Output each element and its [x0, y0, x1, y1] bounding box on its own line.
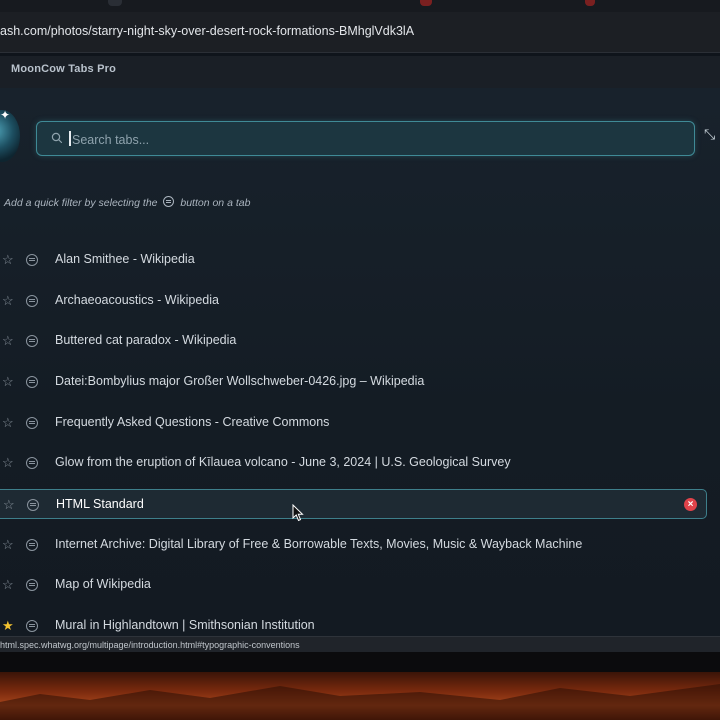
- tab-title: Map of Wikipedia: [55, 577, 151, 591]
- filter-icon[interactable]: [26, 254, 38, 266]
- tab-title: Mural in Highlandtown | Smithsonian Inst…: [55, 618, 315, 632]
- tab-row[interactable]: ☆ Archaeoacoustics - Wikipedia: [0, 286, 707, 316]
- filter-icon: [163, 196, 175, 207]
- rock-silhouette: [0, 684, 720, 720]
- extension-title: MoonCow Tabs Pro: [11, 63, 117, 75]
- star-icon[interactable]: ☆: [2, 455, 14, 471]
- browser-tab-fragment[interactable]: [585, 0, 595, 6]
- quick-filter-hint: Add a quick filter by selecting the butt…: [4, 196, 250, 209]
- filter-icon[interactable]: [26, 457, 38, 469]
- tab-title: Datei:Bombylius major Großer Wollschwebe…: [55, 374, 425, 388]
- star-icon[interactable]: ☆: [2, 374, 14, 390]
- tab-row[interactable]: ☆ Frequently Asked Questions - Creative C…: [0, 408, 707, 438]
- star-icon[interactable]: ☆: [2, 577, 14, 593]
- sparkle-icon: ✦: [0, 108, 11, 122]
- tab-row[interactable]: ★ Mural in Highlandtown | Smithsonian Ins…: [0, 611, 707, 636]
- extension-header: MoonCow Tabs Pro: [0, 56, 720, 88]
- browser-tab-strip: [0, 0, 720, 12]
- tab-title: Buttered cat paradox - Wikipedia: [55, 333, 237, 347]
- collapse-icon[interactable]: ⤡: [704, 126, 715, 143]
- tab-row[interactable]: ☆ Alan Smithee - Wikipedia: [0, 245, 707, 275]
- window-bottom-edge: [0, 652, 720, 672]
- browser-tab-fragment[interactable]: [420, 0, 432, 6]
- tab-title: HTML Standard: [56, 497, 144, 511]
- star-icon[interactable]: ☆: [2, 252, 14, 268]
- mooncow-logo: ✦: [0, 108, 20, 162]
- tab-row[interactable]: ☆ Datei:Bombylius major Großer Wollschweb…: [0, 367, 707, 397]
- search-input[interactable]: [70, 122, 674, 157]
- tab-title: Glow from the eruption of Kīlauea volcan…: [55, 455, 511, 469]
- status-bar: html.spec.whatwg.org/multipage/introduct…: [0, 636, 720, 653]
- status-url: html.spec.whatwg.org/multipage/introduct…: [0, 640, 300, 650]
- filter-icon[interactable]: [26, 579, 38, 591]
- browser-tab-fragment[interactable]: [108, 0, 122, 6]
- star-icon[interactable]: ☆: [2, 333, 14, 349]
- star-icon[interactable]: ☆: [2, 415, 14, 431]
- tab-row[interactable]: ☆ Glow from the eruption of Kīlauea volca…: [0, 448, 707, 478]
- filter-icon[interactable]: [26, 295, 38, 307]
- tab-title: Frequently Asked Questions - Creative Co…: [55, 415, 330, 429]
- filter-icon[interactable]: [26, 417, 38, 429]
- filter-icon[interactable]: [26, 335, 38, 347]
- star-icon[interactable]: ☆: [2, 293, 14, 309]
- search-box[interactable]: [36, 121, 695, 157]
- hint-text-before: Add a quick filter by selecting the: [4, 197, 158, 209]
- filter-icon[interactable]: [26, 539, 38, 551]
- tabs-panel: ✦ ⤡ Add a quick filter by selecting the …: [0, 88, 720, 636]
- search-icon: [51, 132, 63, 144]
- filter-icon[interactable]: [26, 620, 38, 632]
- tab-title: Alan Smithee - Wikipedia: [55, 252, 195, 266]
- filter-icon[interactable]: [27, 499, 39, 511]
- desert-background-image: [0, 672, 720, 720]
- mouse-cursor-icon: [292, 504, 304, 522]
- star-icon[interactable]: ☆: [2, 537, 14, 553]
- hint-text-after: button on a tab: [180, 197, 251, 209]
- address-url[interactable]: ash.com/photos/starry-night-sky-over-des…: [0, 24, 414, 38]
- filter-icon[interactable]: [26, 376, 38, 388]
- close-icon[interactable]: ×: [684, 498, 697, 511]
- star-icon[interactable]: ★: [2, 618, 14, 634]
- tab-row[interactable]: ☆ HTML Standard ×: [0, 489, 707, 519]
- tab-title: Archaeoacoustics - Wikipedia: [55, 293, 219, 307]
- tab-row[interactable]: ☆ Internet Archive: Digital Library of Fr…: [0, 530, 707, 560]
- star-icon[interactable]: ☆: [3, 497, 15, 513]
- tab-title: Internet Archive: Digital Library of Fre…: [55, 537, 583, 551]
- address-bar[interactable]: ash.com/photos/starry-night-sky-over-des…: [0, 12, 720, 53]
- tab-row[interactable]: ☆ Map of Wikipedia: [0, 570, 707, 600]
- tab-row[interactable]: ☆ Buttered cat paradox - Wikipedia: [0, 326, 707, 356]
